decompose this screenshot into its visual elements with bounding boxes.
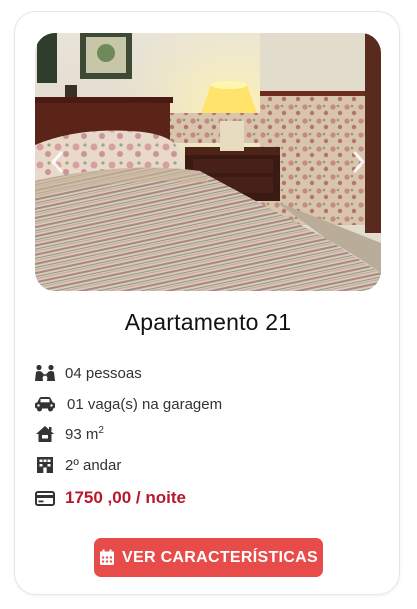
- feature-area-text: 93 m2: [65, 425, 104, 443]
- credit-card-icon: [34, 489, 56, 507]
- chevron-right-icon: [353, 151, 365, 173]
- view-features-button[interactable]: VER CARACTERÍSTICAS: [94, 538, 323, 577]
- feature-area: 93 m2: [34, 425, 104, 443]
- house-icon: [34, 425, 56, 443]
- calendar-icon: [99, 549, 115, 566]
- price-text: 1750 ,00 / noite: [65, 488, 186, 507]
- people-icon: [34, 364, 56, 382]
- bedroom-photo: [35, 33, 381, 291]
- feature-guests-text: 04 pessoas: [65, 364, 142, 382]
- chevron-left-icon: [51, 151, 63, 173]
- listing-card: Apartamento 21 04 pessoas 01 vaga(s) na …: [14, 11, 400, 595]
- price-row: 1750 ,00 / noite: [34, 488, 186, 508]
- area-unit-superscript: 2: [98, 425, 104, 436]
- feature-floor: 2º andar: [34, 456, 121, 474]
- next-photo-button[interactable]: [347, 145, 371, 179]
- view-features-button-label: VER CARACTERÍSTICAS: [122, 548, 318, 566]
- car-icon: [34, 395, 56, 413]
- feature-guests: 04 pessoas: [34, 364, 142, 382]
- building-icon: [34, 456, 56, 474]
- previous-photo-button[interactable]: [45, 145, 69, 179]
- listing-title: Apartamento 21: [124, 309, 292, 335]
- feature-floor-text: 2º andar: [65, 456, 122, 474]
- feature-parking-text: 01 vaga(s) na garagem: [67, 395, 223, 413]
- feature-parking: 01 vaga(s) na garagem: [34, 395, 222, 413]
- room-photo-carousel[interactable]: [35, 33, 381, 291]
